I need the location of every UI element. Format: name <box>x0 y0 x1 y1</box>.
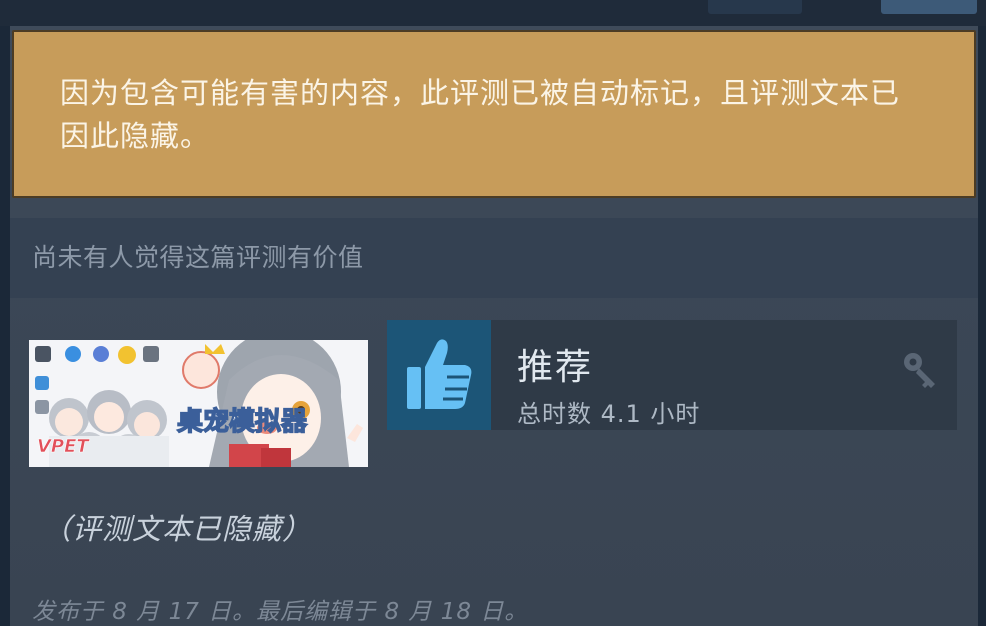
capsule-logo-text: VPET <box>37 436 90 457</box>
key-icon <box>904 353 935 388</box>
flagged-warning-banner: 因为包含可能有害的内容，此评测已被自动标记，且评测文本已因此隐藏。 <box>12 30 976 198</box>
top-bar <box>0 0 986 26</box>
recommendation-title: 推荐 <box>517 347 594 388</box>
recommendation-block[interactable]: 推荐 总时数 4.1 小时 <box>387 320 957 430</box>
capsule-logo-title: 桌宠模拟器 <box>177 406 308 437</box>
helpful-status-bar: 尚未有人觉得这篇评测有价值 <box>10 218 978 298</box>
game-capsule-image[interactable]: VPET 桌宠模拟器 <box>29 340 368 467</box>
top-bar-button-primary[interactable] <box>881 0 977 14</box>
flagged-warning-text: 因为包含可能有害的内容，此评测已被自动标记，且评测文本已因此隐藏。 <box>60 76 901 153</box>
posted-date: 发布于 8 月 17 日。最后编辑于 8 月 18 日。 <box>32 599 529 625</box>
thumbs-up-badge <box>387 320 491 430</box>
playtime-hours: 总时数 4.1 小时 <box>517 400 701 428</box>
review-hidden-note: （评测文本已隐藏） <box>42 512 313 546</box>
helpful-status-text: 尚未有人觉得这篇评测有价值 <box>32 243 364 272</box>
thumbs-up-icon <box>407 339 472 409</box>
review-card: 因为包含可能有害的内容，此评测已被自动标记，且评测文本已因此隐藏。 尚未有人觉得… <box>10 26 978 626</box>
top-bar-button[interactable] <box>708 0 802 14</box>
